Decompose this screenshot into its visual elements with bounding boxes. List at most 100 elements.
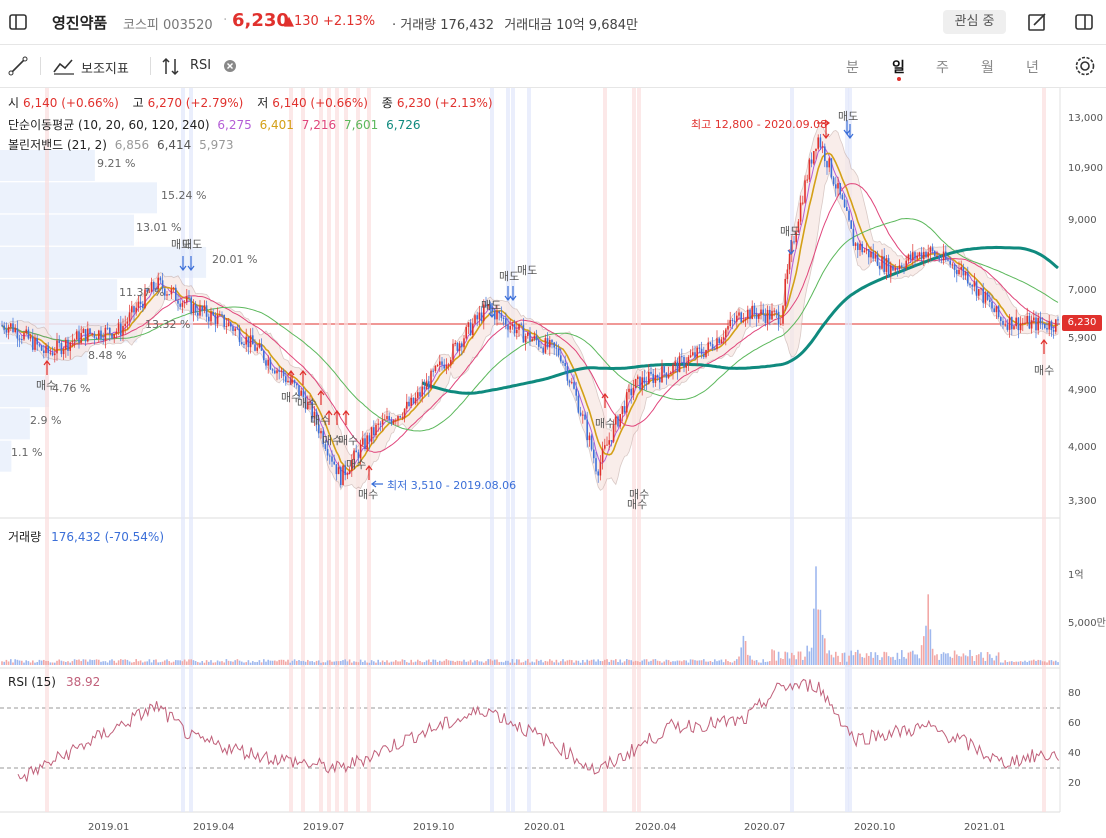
candle-body — [181, 302, 184, 307]
candle-body — [274, 370, 276, 374]
volume-bar — [309, 661, 311, 665]
volume-bar — [978, 654, 980, 665]
candle-body — [335, 464, 338, 475]
candle-body — [234, 328, 236, 332]
volume-bar — [505, 660, 507, 665]
volume-bar — [379, 662, 382, 665]
signal-stripe — [45, 88, 49, 812]
volume-bar — [1011, 661, 1013, 665]
volume-bar — [520, 662, 522, 665]
high-price-label: 최고 12,800 - 2020.09.08 — [691, 118, 828, 131]
volume-bar — [736, 659, 738, 665]
volume-bar — [241, 661, 243, 665]
volume-bar — [205, 660, 208, 665]
volume-bar — [359, 659, 362, 665]
buy-arrow — [601, 393, 609, 408]
volume-bar — [117, 660, 120, 665]
volume-bar — [643, 659, 646, 665]
volume-bar — [401, 659, 404, 665]
buy-signal: 매수 — [297, 397, 318, 410]
volume-bar — [340, 661, 342, 665]
buy-arrow — [1040, 339, 1048, 354]
candle-body — [1017, 317, 1020, 331]
candle-body — [505, 318, 507, 325]
volume-bar — [102, 661, 104, 665]
volume-bar — [329, 660, 331, 665]
candle-body — [1052, 330, 1055, 332]
volume-bar — [683, 660, 685, 665]
volume-bar — [850, 650, 852, 665]
volume-bar — [1037, 659, 1039, 665]
candle-body — [659, 377, 661, 383]
candle-body — [366, 435, 368, 449]
volume-bar — [417, 659, 419, 665]
candle-body — [293, 380, 296, 384]
candle-body — [225, 326, 228, 328]
candle-body — [648, 371, 650, 384]
volume-bar — [868, 655, 870, 665]
candle-body — [73, 339, 76, 341]
candle-body — [425, 381, 428, 390]
candle-body — [452, 343, 454, 360]
candle-body — [714, 348, 716, 350]
volume-bar — [95, 659, 98, 665]
buy-signal: 매수 — [310, 414, 331, 427]
volume-bar — [962, 653, 965, 665]
volume-bar — [483, 662, 485, 665]
volume-bar — [707, 661, 709, 665]
volume-bar — [769, 661, 771, 665]
candle-body — [388, 416, 390, 420]
candle-body — [544, 338, 547, 353]
candle-body — [916, 255, 918, 259]
volume-bar — [628, 659, 630, 665]
candle-body — [1019, 322, 1022, 331]
volume-bar — [366, 662, 368, 665]
candle-body — [3, 325, 5, 330]
price-tick: 10,900 — [1068, 163, 1103, 174]
candle-body — [1022, 322, 1024, 324]
volume-bar — [197, 662, 199, 665]
volume-bar — [551, 660, 553, 665]
candle-body — [364, 438, 366, 449]
volume-bar — [403, 660, 406, 665]
volume-bar — [485, 661, 487, 665]
candle-body — [436, 365, 439, 367]
volume-bar — [659, 661, 661, 665]
candle-body — [392, 420, 395, 424]
volume-bar — [23, 662, 25, 665]
price-tick: 9,000 — [1068, 215, 1097, 226]
volume-bar — [687, 662, 690, 665]
volume-bar — [463, 659, 465, 665]
volume-bar — [291, 660, 294, 665]
volume-bar — [219, 661, 221, 665]
signal-stripe — [301, 88, 305, 812]
candle-body — [216, 315, 219, 325]
candle-body — [45, 345, 47, 353]
volume-bar — [168, 661, 170, 665]
volume-bar — [720, 659, 723, 665]
candle-body — [89, 328, 91, 334]
volume-bar — [318, 660, 320, 665]
volume-bar — [632, 661, 635, 665]
volume-bar — [183, 659, 186, 665]
candle-body — [806, 179, 808, 181]
candle-body — [557, 348, 560, 356]
volume-bar — [335, 661, 338, 665]
candle-body — [826, 161, 828, 168]
volume-bar — [828, 650, 830, 665]
volume-bar — [210, 660, 212, 665]
candle-body — [986, 292, 989, 300]
candle-body — [199, 306, 201, 316]
volume-bar — [113, 660, 115, 665]
candle-body — [175, 287, 177, 301]
candle-body — [843, 199, 846, 208]
candle-body — [617, 416, 619, 427]
candle-body — [938, 255, 940, 260]
candle-body — [456, 343, 459, 351]
volume-bar — [740, 647, 742, 665]
candle-body — [608, 440, 610, 445]
candle-body — [887, 258, 890, 276]
volume-bar — [527, 659, 529, 665]
volume-bar — [986, 652, 989, 665]
volume-bar — [837, 655, 839, 665]
